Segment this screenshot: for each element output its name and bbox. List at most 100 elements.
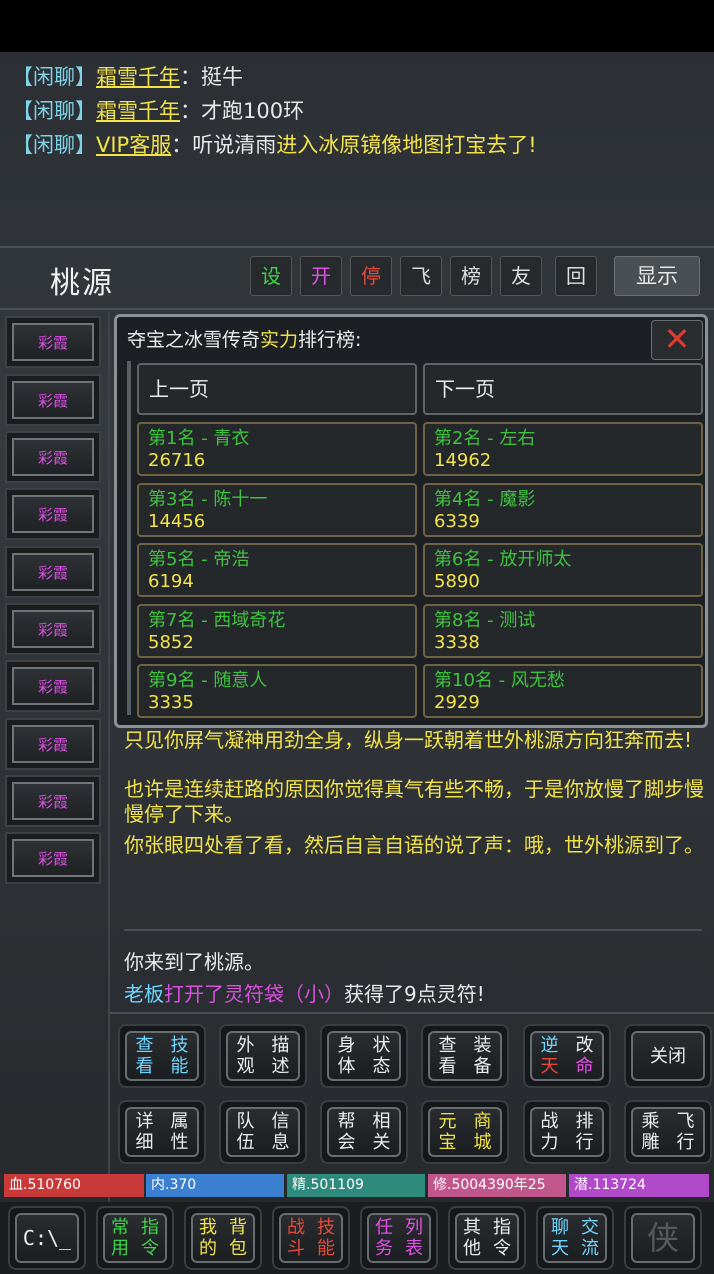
rank-entry-name: 第1名 - 青衣 <box>148 428 250 449</box>
appearance-button[interactable]: 外观 描述 <box>219 1024 307 1088</box>
rank-entry-value: 14456 <box>148 511 206 532</box>
rank-entry[interactable]: 第7名 - 西域奇花 5852 <box>137 604 417 658</box>
story-paragraph: 也许是连续赶路的原因你觉得真气有些不畅，于是你放慢了脚步慢慢停了下来。 <box>124 777 704 826</box>
rank-entry-value: 2929 <box>434 692 480 713</box>
rank-entry[interactable]: 第8名 - 测试 3338 <box>423 604 703 658</box>
label-line: 逆天 <box>540 1035 559 1077</box>
hero-button[interactable]: 侠 <box>624 1206 702 1270</box>
chat-text: 才跑100环 <box>201 99 305 123</box>
team-info-button[interactable]: 队伍 信息 <box>219 1100 307 1164</box>
backpack-button[interactable]: 我的 背包 <box>184 1206 262 1270</box>
side-button[interactable]: 彩霞 <box>5 316 101 368</box>
ingot-shop-button[interactable]: 元宝 商城 <box>421 1100 509 1164</box>
label-line: 背包 <box>229 1217 247 1259</box>
rank-entry[interactable]: 第2名 - 左右 14962 <box>423 422 703 476</box>
side-button[interactable]: 彩霞 <box>5 718 101 770</box>
button-label: 战力 排行 <box>530 1107 604 1157</box>
button-label: 任务 列表 <box>367 1213 431 1263</box>
label-line: 战力 <box>540 1111 559 1153</box>
rank-entry[interactable]: 第9名 - 随意人 3335 <box>137 664 417 718</box>
power-ranking-button[interactable]: 战力 排行 <box>523 1100 611 1164</box>
toolbar-start-button[interactable]: 开 <box>300 256 342 296</box>
chat-channel: 【闲聊】 <box>12 65 96 89</box>
close-icon[interactable]: ✕ <box>651 320 703 360</box>
chat-panel[interactable]: 【闲聊】霜雪千年：挺牛 【闲聊】霜雪千年：才跑100环 【闲聊】VIP客服：听说… <box>12 60 702 162</box>
label-line: 商城 <box>473 1111 492 1153</box>
side-button[interactable]: 彩霞 <box>5 546 101 598</box>
button-label: 详细 属性 <box>125 1107 199 1157</box>
chat-speaker-link[interactable]: 霜雪千年 <box>96 65 180 89</box>
label-line: 装备 <box>473 1035 492 1077</box>
loot-result: 获得了9点灵符! <box>344 982 485 1006</box>
label-line: 外观 <box>236 1035 255 1077</box>
common-commands-button[interactable]: 常用 指令 <box>96 1206 174 1270</box>
console-button[interactable]: C:\_ <box>8 1206 86 1270</box>
guild-button[interactable]: 帮会 相关 <box>320 1100 408 1164</box>
detailed-attributes-button[interactable]: 详细 属性 <box>118 1100 206 1164</box>
label-line: 相关 <box>372 1111 391 1153</box>
button-label: 身体 状态 <box>327 1031 401 1081</box>
location-title: 桃源 <box>50 266 114 301</box>
side-button[interactable]: 彩霞 <box>5 488 101 540</box>
rank-entry[interactable]: 第5名 - 帝浩 6194 <box>137 543 417 597</box>
label-line: 关 <box>650 1045 668 1067</box>
label-line: 详细 <box>135 1111 154 1153</box>
side-button[interactable]: 彩霞 <box>5 603 101 655</box>
button-label: 其他 指令 <box>455 1213 519 1263</box>
toolbar-rank-button[interactable]: 榜 <box>450 256 492 296</box>
rank-entry-name: 第2名 - 左右 <box>434 428 536 449</box>
ranking-title-part: 夺宝之冰雪传奇 <box>127 329 261 351</box>
game-screen: 【闲聊】霜雪千年：挺牛 【闲聊】霜雪千年：才跑100环 【闲聊】VIP客服：听说… <box>0 52 714 1274</box>
rank-entry[interactable]: 第3名 - 陈十一 14456 <box>137 483 417 537</box>
rank-entry-value: 3338 <box>434 632 480 653</box>
chat-text: 挺牛 <box>201 65 243 89</box>
chat-speaker-link[interactable]: VIP客服 <box>96 133 171 157</box>
close-button[interactable]: 关闭 <box>624 1024 712 1088</box>
rank-entry[interactable]: 第1名 - 青衣 26716 <box>137 422 417 476</box>
button-label: 查看 装备 <box>428 1031 502 1081</box>
rank-entry-value: 5852 <box>148 632 194 653</box>
side-button[interactable]: 彩霞 <box>5 832 101 884</box>
body-status-button[interactable]: 身体 状态 <box>320 1024 408 1088</box>
rank-entry[interactable]: 第6名 - 放开师太 5890 <box>423 543 703 597</box>
spirit-stat: 精.501109 <box>287 1174 425 1197</box>
other-commands-button[interactable]: 其他 指令 <box>448 1206 526 1270</box>
chat-line: 【闲聊】霜雪千年：挺牛 <box>12 60 702 94</box>
location-bar: 桃源 设 开 停 飞 榜 友 回 显示 <box>0 250 714 306</box>
side-button[interactable]: 彩霞 <box>5 775 101 827</box>
view-skills-button[interactable]: 查看 技能 <box>118 1024 206 1088</box>
button-label: 我的 背包 <box>191 1213 255 1263</box>
chat-button[interactable]: 聊天 交流 <box>536 1206 614 1270</box>
rank-entry[interactable]: 第4名 - 魔影 6339 <box>423 483 703 537</box>
view-equipment-button[interactable]: 查看 装备 <box>421 1024 509 1088</box>
show-button[interactable]: 显示 <box>614 256 700 296</box>
toolbar-settings-button[interactable]: 设 <box>250 256 292 296</box>
side-button-label: 彩霞 <box>12 438 94 476</box>
label-line: 飞行 <box>676 1111 695 1153</box>
potential-stat: 潜.113724 <box>569 1174 709 1197</box>
loot-item: 灵符袋（小） <box>224 982 344 1006</box>
story-log: 只见你屏气凝神用劲全身，纵身一跃朝着世外桃源方向狂奔而去! 也许是连续赶路的原因… <box>124 728 704 870</box>
chat-speaker-link[interactable]: 霜雪千年 <box>96 99 180 123</box>
label-line: 交流 <box>581 1217 599 1259</box>
side-button[interactable]: 彩霞 <box>5 431 101 483</box>
prev-page-button[interactable]: 上一页 <box>137 363 417 415</box>
scrollbar-track[interactable] <box>127 361 131 715</box>
combat-skills-button[interactable]: 战斗 技能 <box>272 1206 350 1270</box>
eagle-flight-button[interactable]: 乘雕 飞行 <box>624 1100 712 1164</box>
health-stat: 血.510760 <box>4 1174 144 1197</box>
toolbar-stop-button[interactable]: 停 <box>350 256 392 296</box>
toolbar-return-button[interactable]: 回 <box>555 256 597 296</box>
task-list-button[interactable]: 任务 列表 <box>360 1206 438 1270</box>
side-button[interactable]: 彩霞 <box>5 374 101 426</box>
next-page-button[interactable]: 下一页 <box>423 363 703 415</box>
rank-entry[interactable]: 第10名 - 风无愁 2929 <box>423 664 703 718</box>
label-line: 指令 <box>141 1217 159 1259</box>
rank-entry-name: 第4名 - 魔影 <box>434 489 536 510</box>
toolbar-friends-button[interactable]: 友 <box>500 256 542 296</box>
toolbar-fly-button[interactable]: 飞 <box>400 256 442 296</box>
change-fate-button[interactable]: 逆天 改命 <box>523 1024 611 1088</box>
loot-player: 老板 <box>124 982 164 1006</box>
side-button[interactable]: 彩霞 <box>5 660 101 712</box>
label-line: 查看 <box>438 1035 457 1077</box>
